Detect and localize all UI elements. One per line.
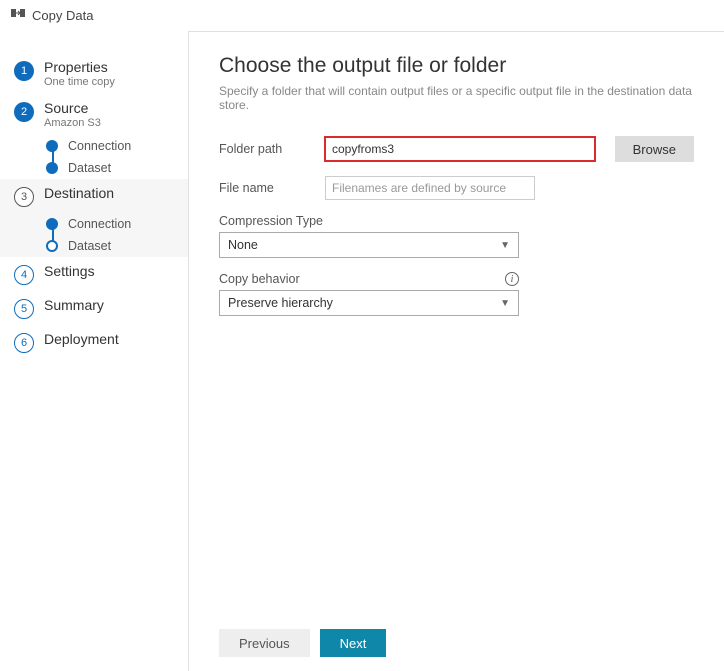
compression-select[interactable]: None ▼ [219, 232, 519, 258]
chevron-down-icon: ▼ [500, 298, 510, 309]
main-panel: Choose the output file or folder Specify… [188, 31, 724, 671]
step-label: Properties [44, 59, 115, 75]
step-sublabel: One time copy [44, 76, 115, 88]
copy-behavior-label: Copy behavior [219, 272, 300, 286]
step-label: Settings [44, 263, 95, 279]
step-source[interactable]: 2 Source Amazon S3 [0, 94, 188, 135]
page-title: Choose the output file or folder [219, 54, 694, 78]
page-subtitle: Specify a folder that will contain outpu… [219, 84, 694, 112]
step-settings[interactable]: 4 Settings [0, 257, 188, 291]
substep-dot-icon [46, 218, 58, 230]
step-number-icon: 3 [14, 187, 34, 207]
step-summary[interactable]: 5 Summary [0, 291, 188, 325]
previous-button[interactable]: Previous [219, 629, 310, 657]
chevron-down-icon: ▼ [500, 240, 510, 251]
compression-block: Compression Type None ▼ [219, 214, 694, 258]
title-bar: Copy Data [0, 0, 724, 31]
wizard-sidebar: 1 Properties One time copy 2 Source Amaz… [0, 31, 188, 671]
step-label: Deployment [44, 331, 119, 347]
substep-dot-icon [46, 140, 58, 152]
step-label: Summary [44, 297, 104, 313]
substep-dot-icon [46, 240, 58, 252]
substep-label: Connection [68, 217, 131, 231]
folder-path-row: Folder path Browse [219, 136, 694, 162]
substep-dataset[interactable]: Dataset [44, 157, 188, 179]
next-button[interactable]: Next [320, 629, 387, 657]
step-number-icon: 2 [14, 102, 34, 122]
substep-label: Dataset [68, 239, 111, 253]
folder-path-input[interactable] [325, 137, 595, 161]
filename-row: File name [219, 176, 694, 200]
filename-input[interactable] [325, 176, 535, 200]
copy-behavior-value: Preserve hierarchy [228, 296, 333, 310]
step-deployment[interactable]: 6 Deployment [0, 325, 188, 359]
step-number-icon: 4 [14, 265, 34, 285]
compression-value: None [228, 238, 258, 252]
step-sublabel: Amazon S3 [44, 117, 101, 129]
step-destination[interactable]: 3 Destination [0, 179, 188, 213]
substep-label: Connection [68, 139, 131, 153]
step-label: Source [44, 100, 101, 116]
substep-label: Dataset [68, 161, 111, 175]
step-number-icon: 1 [14, 61, 34, 81]
copy-behavior-select[interactable]: Preserve hierarchy ▼ [219, 290, 519, 316]
compression-label: Compression Type [219, 214, 323, 228]
browse-button[interactable]: Browse [615, 136, 694, 162]
copy-data-icon [10, 6, 26, 25]
app-title: Copy Data [32, 8, 93, 23]
source-substeps: Connection Dataset [0, 135, 188, 179]
info-icon[interactable]: i [505, 272, 519, 286]
substep-connection[interactable]: Connection [44, 135, 188, 157]
filename-label: File name [219, 181, 315, 195]
copy-behavior-block: Copy behavior i Preserve hierarchy ▼ [219, 272, 694, 316]
substep-dataset[interactable]: Dataset [44, 235, 188, 257]
substep-connection[interactable]: Connection [44, 213, 188, 235]
step-number-icon: 6 [14, 333, 34, 353]
footer-buttons: Previous Next [219, 619, 694, 657]
folder-path-label: Folder path [219, 142, 315, 156]
step-number-icon: 5 [14, 299, 34, 319]
step-properties[interactable]: 1 Properties One time copy [0, 53, 188, 94]
step-label: Destination [44, 185, 114, 201]
destination-substeps: Connection Dataset [0, 213, 188, 257]
substep-dot-icon [46, 162, 58, 174]
